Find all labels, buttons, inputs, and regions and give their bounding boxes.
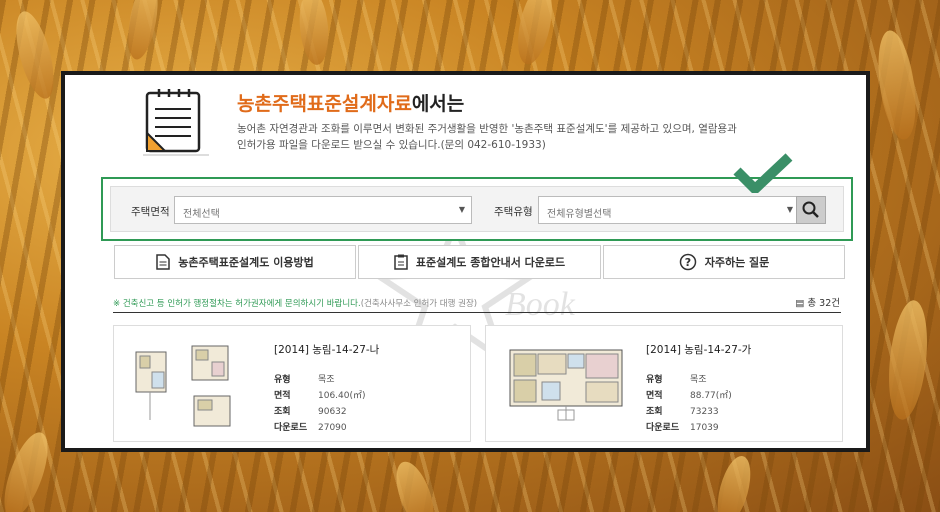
card-meta: 유형 목조 면적 106.40(㎡) 조회 90632 다운로드 27090 — [274, 372, 366, 433]
area-label: 주택면적 — [131, 206, 170, 218]
search-button[interactable] — [796, 196, 826, 224]
title-highlight: 농촌주택표준설계자료 — [237, 93, 412, 115]
views-value: 90632 — [318, 407, 347, 417]
area-select-value: 전체선택 — [183, 209, 220, 220]
notice-text: ※ 건축신고 등 인허가 행정절차는 허가권자에게 문의하시기 바랍니다.(건축… — [113, 297, 477, 309]
faq-button[interactable]: ? 자주하는 질문 — [603, 245, 845, 279]
search-icon — [802, 201, 819, 218]
area-key: 면적 — [274, 391, 291, 401]
plan-card[interactable]: [2014] 농림-14-27-가 유형 목조 면적 88.77(㎡) 조회 7323… — [485, 325, 843, 442]
card-title[interactable]: [2014] 농림-14-27-가 — [646, 342, 751, 357]
downloads-key: 다운로드 — [274, 423, 308, 433]
views-key: 조회 — [646, 407, 663, 417]
notice-main: ※ 건축신고 등 인허가 행정절차는 허가권자에게 문의하시기 바랍니다. — [113, 299, 361, 309]
document-icon — [143, 89, 209, 156]
card-meta: 유형 목조 면적 88.77(㎡) 조회 73233 다운로드 17039 — [646, 372, 732, 433]
downloads-key: 다운로드 — [646, 423, 680, 433]
main-panel: 농촌주택표준설계자료에서는 농어촌 자연경관과 조화를 이루면서 변화된 주거생… — [61, 71, 870, 452]
total-count-label: 총 32건 — [807, 298, 840, 309]
area-select[interactable]: 전체선택 ▼ — [174, 196, 472, 224]
floor-plan-image — [135, 345, 231, 427]
type-key: 유형 — [274, 375, 291, 385]
area-key: 면적 — [646, 391, 663, 401]
clipboard-icon — [394, 254, 408, 270]
plan-card[interactable]: [2014] 농림-14-27-나 유형 목조 면적 106.40(㎡) 조회 906… — [113, 325, 471, 442]
card-title[interactable]: [2014] 농림-14-27-나 — [274, 342, 379, 357]
type-label: 주택유형 — [494, 206, 533, 218]
type-value: 목조 — [318, 375, 335, 385]
chevron-down-icon: ▼ — [786, 205, 793, 214]
watermark-text: Book — [505, 286, 576, 323]
total-count: ▤ 총 32건 — [795, 295, 840, 309]
svg-text:?: ? — [685, 256, 691, 269]
checkmark-icon — [733, 153, 793, 193]
area-value: 88.77(㎡) — [690, 391, 732, 401]
page-description: 농어촌 자연경관과 조화를 이루면서 변화된 주거생활을 반영한 '농촌주택 표… — [237, 121, 757, 153]
question-icon: ? — [679, 253, 696, 271]
download-guide-label: 표준설계도 종합안내서 다운로드 — [415, 256, 566, 269]
list-icon: ▤ — [795, 298, 805, 309]
type-select-value: 전체유형별선택 — [547, 209, 612, 220]
type-value: 목조 — [690, 375, 707, 385]
divider — [113, 312, 841, 313]
chevron-down-icon: ▼ — [458, 205, 465, 214]
guide-button[interactable]: 농촌주택표준설계도 이용방법 — [114, 245, 356, 279]
type-key: 유형 — [646, 375, 663, 385]
floor-plan-image — [509, 349, 623, 421]
description-line-1: 농어촌 자연경관과 조화를 이루면서 변화된 주거생활을 반영한 '농촌주택 표… — [237, 123, 737, 135]
faq-button-label: 자주하는 질문 — [704, 256, 770, 269]
download-guide-button[interactable]: 표준설계도 종합안내서 다운로드 — [358, 245, 601, 279]
description-line-2: 인허가용 파일을 다운로드 받으실 수 있습니다.(문의 042-610-193… — [237, 139, 546, 151]
document-icon — [156, 254, 171, 270]
type-select[interactable]: 전체유형별선택 ▼ — [538, 196, 800, 224]
downloads-value: 17039 — [690, 423, 719, 433]
area-value: 106.40(㎡) — [318, 391, 366, 401]
title-rest: 에서는 — [411, 93, 465, 115]
downloads-value: 27090 — [318, 423, 347, 433]
views-key: 조회 — [274, 407, 291, 417]
page-title: 농촌주택표준설계자료에서는 — [237, 89, 464, 116]
notice-sub: (건축사사무소 인허가 대행 권장) — [360, 299, 478, 309]
views-value: 73233 — [690, 407, 719, 417]
guide-button-label: 농촌주택표준설계도 이용방법 — [178, 256, 314, 269]
